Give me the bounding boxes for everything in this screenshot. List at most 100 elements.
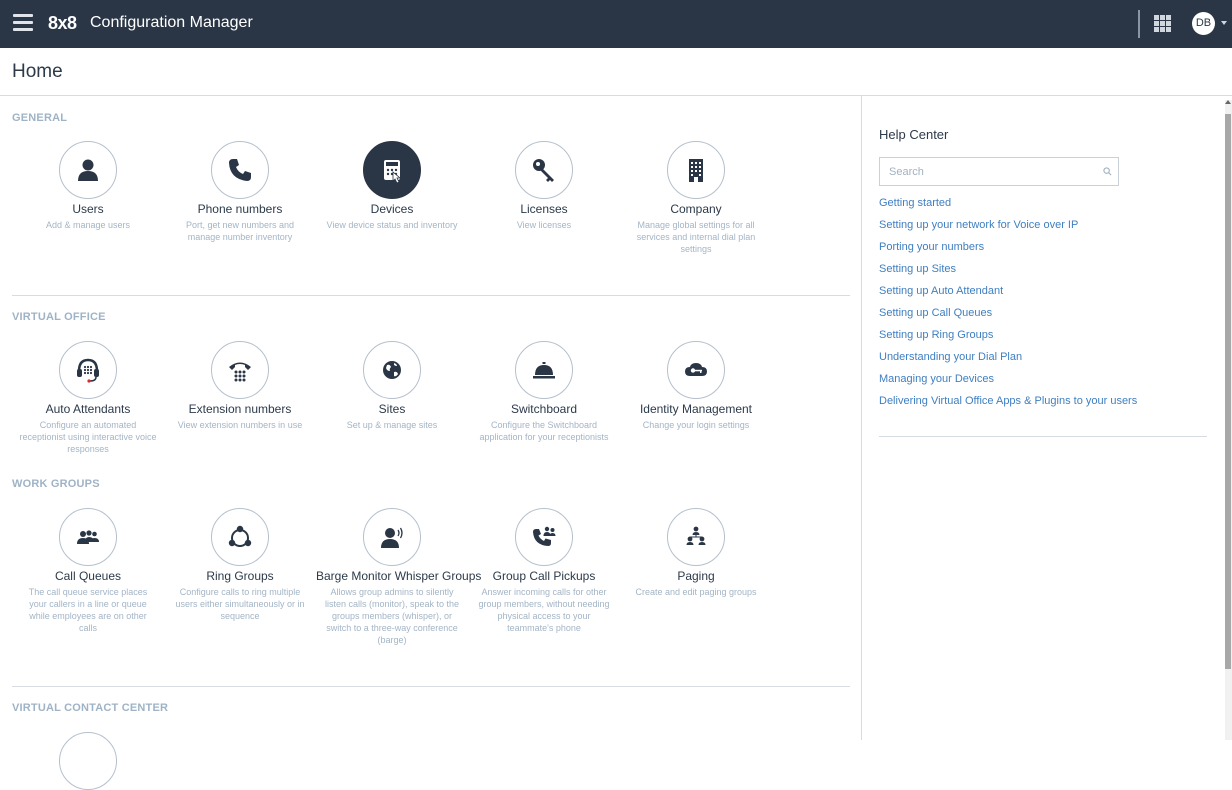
- help-divider: [879, 436, 1207, 437]
- dialpad-icon: [229, 362, 251, 382]
- help-links-list: Getting started Setting up your network …: [879, 196, 1137, 416]
- tile-circle: [667, 141, 725, 199]
- tile-description: Manage global settings for all services …: [636, 220, 756, 254]
- page-title: Home: [12, 61, 63, 82]
- search-icon[interactable]: [1103, 167, 1112, 176]
- tile-barge-monitor-whisper-groups[interactable]: Barge Monitor Whisper Groups Allows grou…: [316, 508, 482, 646]
- identity-icon: [685, 363, 707, 376]
- tile-circle: [667, 508, 725, 566]
- help-link[interactable]: Managing your Devices: [879, 373, 994, 385]
- section-title-virtual-contact-center: VIRTUAL CONTACT CENTER: [12, 702, 169, 714]
- help-link[interactable]: Setting up your network for Voice over I…: [879, 219, 1078, 231]
- tile-description: Change your login settings: [642, 420, 750, 430]
- headset-icon: [77, 358, 99, 383]
- tile-auto-attendants[interactable]: Auto Attendants Configure an automated r…: [12, 341, 164, 455]
- tile-label: Phone numbers: [197, 202, 283, 216]
- scrollbar-thumb[interactable]: [1225, 114, 1231, 669]
- tile-group-call-pickups[interactable]: Group Call Pickups Answer incoming calls…: [468, 508, 620, 634]
- tile-circle: [363, 341, 421, 399]
- main-panel: GENERAL Users Add & manage users Phone n…: [0, 96, 862, 790]
- tile-description: View licenses: [516, 220, 572, 230]
- phone-icon: [229, 159, 251, 181]
- list-item: Setting up Ring Groups: [879, 328, 1137, 350]
- tile-paging[interactable]: Paging Create and edit paging groups: [620, 508, 772, 598]
- tile-description: Add & manage users: [45, 220, 131, 230]
- globe-icon: [383, 361, 401, 379]
- help-center-panel: Help Center Getting started Setting up y…: [863, 96, 1232, 740]
- tile-description: View extension numbers in use: [177, 420, 303, 430]
- help-link[interactable]: Setting up Auto Attendant: [879, 285, 1003, 297]
- user-icon: [78, 159, 98, 181]
- tile-company[interactable]: Company Manage global settings for all s…: [620, 141, 772, 255]
- tile-circle-partial[interactable]: [59, 732, 117, 790]
- tile-circle: [515, 341, 573, 399]
- tile-circle: [59, 508, 117, 566]
- key-icon: [533, 159, 554, 182]
- section-divider: [12, 686, 850, 687]
- chevron-down-icon[interactable]: [1221, 21, 1227, 25]
- monitor-icon: [381, 527, 403, 548]
- tile-description: Allows group admins to silently listen c…: [324, 587, 460, 645]
- tile-circle: [363, 508, 421, 566]
- avatar[interactable]: DB: [1192, 12, 1215, 35]
- help-center-title: Help Center: [879, 127, 949, 142]
- tile-identity-management[interactable]: Identity Management Change your login se…: [620, 341, 772, 431]
- tile-licenses[interactable]: Licenses View licenses: [468, 141, 620, 231]
- list-item: Delivering Virtual Office Apps & Plugins…: [879, 394, 1137, 416]
- building-icon: [689, 159, 703, 182]
- menu-icon[interactable]: [13, 14, 33, 32]
- tile-description: Answer incoming calls for other group me…: [478, 587, 610, 633]
- help-link[interactable]: Understanding your Dial Plan: [879, 351, 1022, 363]
- tile-label: Sites: [378, 402, 406, 416]
- help-link[interactable]: Delivering Virtual Office Apps & Plugins…: [879, 395, 1137, 407]
- help-link[interactable]: Setting up Sites: [879, 263, 956, 275]
- tile-description: Configure an automated receptionist usin…: [19, 420, 157, 454]
- tile-devices[interactable]: Devices View device status and inventory: [316, 141, 468, 231]
- scrollbar[interactable]: [1225, 100, 1232, 740]
- tile-circle: [515, 141, 573, 199]
- queue-icon: [77, 530, 99, 544]
- help-link[interactable]: Getting started: [879, 197, 951, 209]
- tile-circle: [211, 508, 269, 566]
- section-title-virtual-office: VIRTUAL OFFICE: [12, 311, 106, 323]
- tile-ring-groups[interactable]: Ring Groups Configure calls to ring mult…: [164, 508, 316, 622]
- tile-label: Switchboard: [510, 402, 578, 416]
- tile-description: Configure calls to ring multiple users e…: [175, 587, 305, 621]
- tile-extension-numbers[interactable]: Extension numbers View extension numbers…: [164, 341, 316, 431]
- tile-circle: [211, 141, 269, 199]
- help-link[interactable]: Setting up Call Queues: [879, 307, 992, 319]
- tile-call-queues[interactable]: Call Queues The call queue service place…: [12, 508, 164, 634]
- help-search-input[interactable]: [880, 158, 1098, 185]
- tile-sites[interactable]: Sites Set up & manage sites: [316, 341, 468, 431]
- list-item: Getting started: [879, 196, 1137, 218]
- help-link[interactable]: Setting up Ring Groups: [879, 329, 993, 341]
- tile-label: Auto Attendants: [45, 402, 131, 416]
- tile-users[interactable]: Users Add & manage users: [12, 141, 164, 231]
- list-item: Porting your numbers: [879, 240, 1137, 262]
- apps-grid-icon[interactable]: [1154, 15, 1171, 32]
- section-title-work-groups: WORK GROUPS: [12, 478, 100, 490]
- tile-description: Port, get new numbers and manage number …: [185, 220, 295, 242]
- section-divider: [12, 295, 850, 296]
- tile-label: Users: [72, 202, 104, 216]
- list-item: Understanding your Dial Plan: [879, 350, 1137, 372]
- logo[interactable]: 8x8: [48, 13, 77, 34]
- page-header: Home: [0, 48, 1232, 96]
- tile-switchboard[interactable]: Switchboard Configure the Switchboard ap…: [468, 341, 620, 443]
- tile-phone-numbers[interactable]: Phone numbers Port, get new numbers and …: [164, 141, 316, 243]
- scroll-up-icon[interactable]: [1225, 100, 1231, 104]
- list-item: Setting up Auto Attendant: [879, 284, 1137, 306]
- tile-label: Identity Management: [639, 402, 753, 416]
- list-item: Setting up your network for Voice over I…: [879, 218, 1137, 240]
- tile-label: Barge Monitor Whisper Groups: [316, 569, 482, 583]
- help-search-box: [879, 157, 1119, 186]
- paging-icon: [686, 526, 706, 545]
- tile-label: Call Queues: [54, 569, 122, 583]
- tile-label: Devices: [370, 202, 414, 216]
- tile-description: The call queue service places your calle…: [28, 587, 148, 633]
- tile-label: Group Call Pickups: [492, 569, 596, 583]
- desk-phone-icon: [384, 160, 402, 184]
- help-link[interactable]: Porting your numbers: [879, 241, 984, 253]
- tile-description: Configure the Switchboard application fo…: [479, 420, 609, 442]
- tile-circle: [667, 341, 725, 399]
